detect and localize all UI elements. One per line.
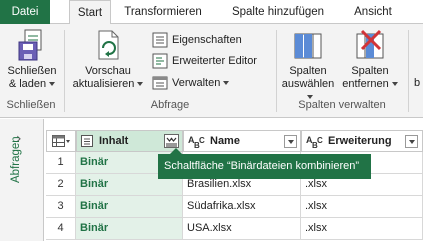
group-divider <box>276 30 277 112</box>
refresh-preview-icon <box>98 30 119 60</box>
svg-text:C: C <box>199 136 205 145</box>
combine-files-button[interactable] <box>164 134 179 148</box>
combine-files-icon <box>166 137 177 147</box>
table-row[interactable]: 4 Binär USA.xlsx .xlsx <box>46 218 423 240</box>
column-header-name[interactable]: A B C Name <box>183 130 301 152</box>
remove-columns-label-line1: Spalten <box>351 65 389 77</box>
row-number: 4 <box>46 218 76 240</box>
extension-cell[interactable]: .xlsx <box>301 196 423 218</box>
properties-icon <box>152 32 168 48</box>
manage-icon <box>152 76 168 90</box>
binary-cell[interactable]: Binär <box>76 218 183 240</box>
tab-start[interactable]: Start <box>69 0 111 25</box>
text-type-icon: A B C <box>188 135 205 149</box>
column-filter-dropdown[interactable] <box>405 135 418 148</box>
close-and-load-button[interactable]: Schließen & laden <box>4 28 60 91</box>
group-divider <box>64 30 65 112</box>
ribbon: Schließen & laden Schließen Vorschau akt… <box>0 24 423 118</box>
name-cell[interactable]: Südafrika.xlsx <box>183 196 301 218</box>
group-label-close: Schließen <box>6 99 56 111</box>
svg-text:C: C <box>317 136 323 145</box>
dropdown-caret-icon <box>391 82 398 87</box>
dropdown-caret-icon <box>223 81 230 86</box>
close-and-load-label-line2: & laden <box>4 78 60 91</box>
column-header-label: Erweiterung <box>328 135 392 147</box>
column-header-label: Inhalt <box>99 135 129 147</box>
advanced-editor-label: Erweiterter Editor <box>172 55 257 67</box>
properties-label: Eigenschaften <box>172 34 242 46</box>
queries-pane[interactable]: › Abfragen <box>0 119 44 241</box>
tab-file[interactable]: Datei <box>0 0 50 24</box>
remove-columns-label-line2: entfernen <box>340 78 400 91</box>
remove-columns-icon <box>356 29 384 59</box>
manage-label: Verwalten <box>172 74 230 92</box>
column-filter-dropdown[interactable] <box>284 135 297 148</box>
table-menu-button[interactable] <box>46 130 76 152</box>
queries-pane-label: Abfragen <box>10 136 22 183</box>
refresh-preview-label-line1: Vorschau <box>85 65 131 77</box>
row-number: 2 <box>46 174 76 196</box>
tab-transform[interactable]: Transformieren <box>118 0 208 24</box>
advanced-editor-button[interactable]: Erweiterter Editor <box>152 52 267 70</box>
combine-files-tooltip: Schaltfläche “Binärdateien kombinieren” <box>158 148 371 179</box>
choose-columns-button[interactable]: Spalten auswählen <box>280 28 336 104</box>
group-label-query: Abfrage <box>150 99 190 111</box>
refresh-preview-label-line2: aktualisieren <box>70 78 146 91</box>
extension-cell[interactable]: .xlsx <box>301 218 423 240</box>
manage-button[interactable]: Verwalten <box>152 74 232 92</box>
close-and-load-label-line1: Schließen <box>7 65 57 77</box>
column-header-label: Name <box>210 135 240 147</box>
properties-button[interactable]: Eigenschaften <box>152 31 262 49</box>
group-divider <box>408 30 409 112</box>
tab-view[interactable]: Ansicht <box>348 0 398 24</box>
table-icon <box>52 135 70 147</box>
binary-type-icon <box>81 135 93 147</box>
dropdown-caret-icon <box>49 82 56 87</box>
row-number: 1 <box>46 152 76 174</box>
column-header-extension[interactable]: A B C Erweiterung <box>301 130 423 152</box>
binary-cell[interactable]: Binär <box>76 196 183 218</box>
text-type-icon: A B C <box>306 135 323 149</box>
column-header-content[interactable]: Inhalt <box>76 130 183 152</box>
cut-off-ribbon-label: b <box>414 77 421 89</box>
name-cell[interactable]: USA.xlsx <box>183 218 301 240</box>
ribbon-tab-bar: Datei Start Transformieren Spalte hinzuf… <box>0 0 423 25</box>
group-label-manage-columns: Spalten verwalten <box>298 99 386 111</box>
close-and-load-icon <box>18 29 42 61</box>
choose-columns-icon <box>294 33 322 59</box>
table-row[interactable]: 3 Binär Südafrika.xlsx .xlsx <box>46 196 423 218</box>
choose-columns-label-line1: Spalten <box>289 65 327 77</box>
remove-columns-button[interactable]: Spalten entfernen <box>340 28 400 91</box>
cut-off-ribbon-button[interactable]: b <box>414 74 423 92</box>
row-number: 3 <box>46 196 76 218</box>
dropdown-caret-icon <box>137 82 144 87</box>
tab-add-column[interactable]: Spalte hinzufügen <box>220 0 336 24</box>
data-grid: Inhalt A B C Name A B C Erweiterung 1 Bi… <box>46 130 423 241</box>
refresh-preview-button[interactable]: Vorschau aktualisieren <box>70 28 146 91</box>
advanced-editor-icon <box>152 53 168 69</box>
